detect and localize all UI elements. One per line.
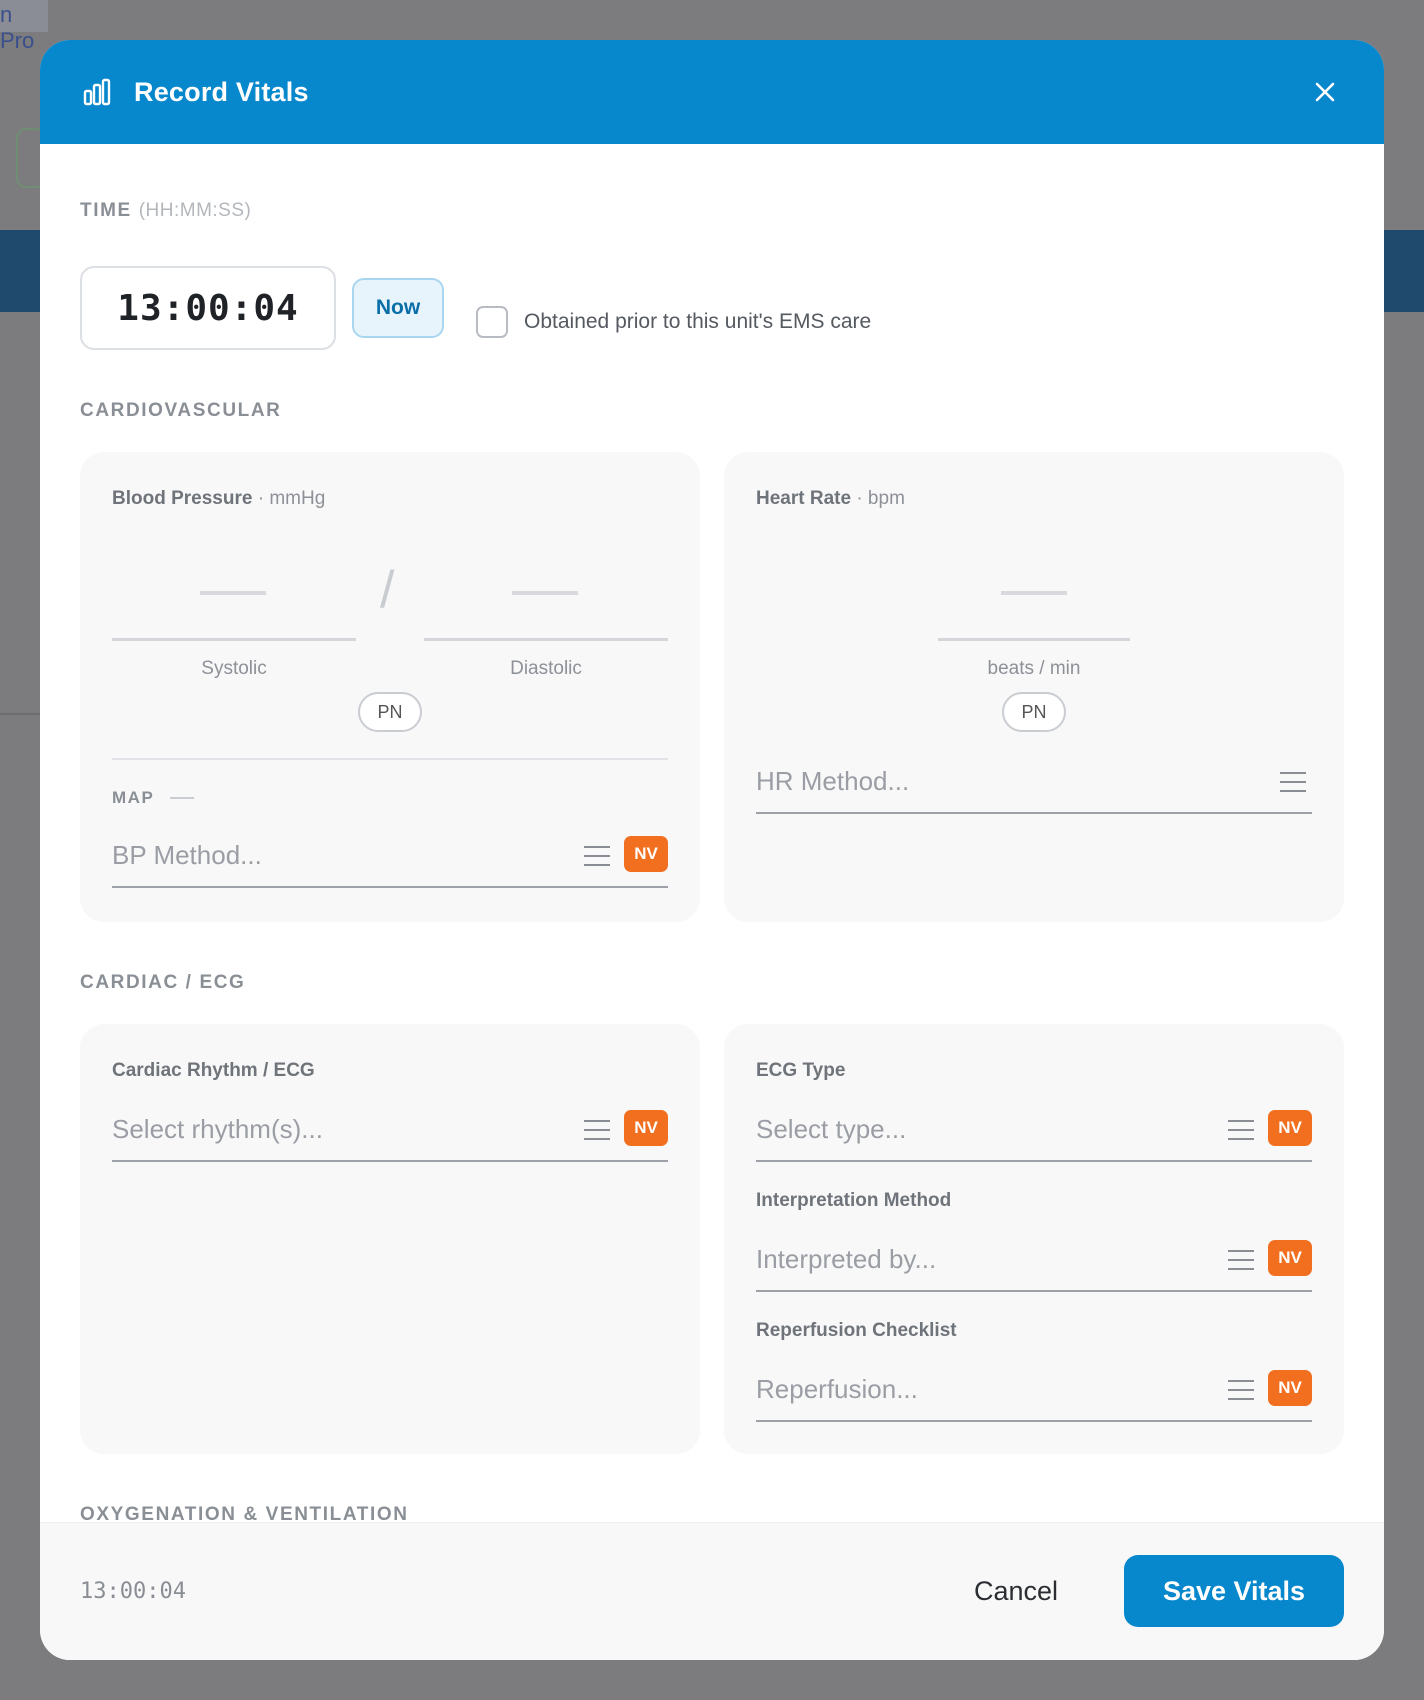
hr-method-select[interactable]: HR Method...	[756, 758, 1312, 814]
interpretation-select[interactable]: Interpreted by... NV	[756, 1236, 1312, 1292]
reperfusion-placeholder: Reperfusion...	[756, 1374, 918, 1404]
blood-pressure-title: Blood Pressure · mmHg	[112, 488, 325, 510]
background-breadcrumb-text: n Pro	[0, 2, 35, 53]
section-oxygenation: OXYGENATION & VENTILATION	[80, 1504, 409, 1522]
record-vitals-modal: Record Vitals TIME (HH:MM:SS) 13:00:04 N…	[40, 40, 1384, 1660]
section-cardiovascular: CARDIOVASCULAR	[80, 400, 282, 421]
time-label: TIME (HH:MM:SS)	[80, 200, 251, 222]
diastolic-label: Diastolic	[510, 658, 582, 679]
cardiac-rhythm-select[interactable]: Select rhythm(s)... NV	[112, 1106, 668, 1162]
time-label-text: TIME	[80, 200, 132, 221]
blood-pressure-title-text: Blood Pressure	[112, 488, 253, 509]
save-vitals-button[interactable]: Save Vitals	[1124, 1555, 1344, 1627]
hr-pn-button[interactable]: PN	[1002, 692, 1066, 732]
ecg-type-placeholder: Select type...	[756, 1114, 907, 1144]
blood-pressure-card: Blood Pressure · mmHg / Systolic Diastol…	[80, 452, 700, 922]
reperfusion-nv-button[interactable]: NV	[1268, 1370, 1312, 1406]
heart-rate-unit: · bpm	[856, 488, 905, 509]
cancel-button[interactable]: Cancel	[956, 1567, 1076, 1615]
prior-care-label: Obtained prior to this unit's EMS care	[524, 310, 872, 333]
bp-pn-button[interactable]: PN	[358, 692, 422, 732]
hr-method-placeholder: HR Method...	[756, 766, 910, 796]
footer-time: 13:00:04	[80, 1579, 186, 1604]
ecg-type-select[interactable]: Select type... NV	[756, 1106, 1312, 1162]
menu-icon[interactable]	[584, 1120, 610, 1142]
bp-nv-button[interactable]: NV	[624, 836, 668, 872]
interpretation-placeholder: Interpreted by...	[756, 1244, 937, 1274]
systolic-empty-value	[200, 591, 266, 595]
time-format-hint: (HH:MM:SS)	[138, 200, 252, 221]
modal-body: TIME (HH:MM:SS) 13:00:04 Now Obtained pr…	[40, 144, 1384, 1522]
heart-rate-title: Heart Rate · bpm	[756, 488, 905, 510]
cardiac-rhythm-placeholder: Select rhythm(s)...	[112, 1114, 323, 1144]
ecg-details-card: ECG Type Select type... NV Interpretatio…	[724, 1024, 1344, 1454]
reperfusion-title: Reperfusion Checklist	[756, 1320, 957, 1341]
systolic-input[interactable]	[112, 638, 356, 641]
modal-footer: 13:00:04 Cancel Save Vitals	[40, 1522, 1384, 1660]
heart-rate-sub-label: beats / min	[987, 658, 1081, 679]
diastolic-input[interactable]	[424, 638, 668, 641]
bp-method-placeholder: BP Method...	[112, 840, 262, 870]
cardiac-rhythm-title: Cardiac Rhythm / ECG	[112, 1060, 315, 1081]
rhythm-nv-button[interactable]: NV	[624, 1110, 668, 1146]
heart-rate-input[interactable]	[938, 638, 1130, 641]
interpretation-nv-button[interactable]: NV	[1268, 1240, 1312, 1276]
section-cardiac-ecg: CARDIAC / ECG	[80, 972, 246, 993]
ecg-type-title: ECG Type	[756, 1060, 846, 1081]
time-input[interactable]: 13:00:04	[80, 266, 336, 350]
modal-title: Record Vitals	[134, 76, 309, 107]
bp-divider	[112, 758, 668, 760]
close-icon	[1315, 82, 1335, 102]
map-empty-value	[170, 797, 194, 799]
blood-pressure-unit: · mmHg	[257, 488, 326, 509]
close-button[interactable]	[1308, 75, 1342, 109]
map-label: MAP	[112, 788, 155, 807]
menu-icon[interactable]	[1228, 1120, 1254, 1142]
modal-header: Record Vitals	[40, 40, 1384, 144]
heart-rate-card: Heart Rate · bpm beats / min PN HR Metho…	[724, 452, 1344, 922]
ecg-type-nv-button[interactable]: NV	[1268, 1110, 1312, 1146]
menu-icon[interactable]	[1228, 1380, 1254, 1402]
systolic-label: Systolic	[201, 658, 267, 679]
diastolic-empty-value	[512, 591, 578, 595]
interpretation-title: Interpretation Method	[756, 1190, 952, 1211]
menu-icon[interactable]	[1280, 772, 1306, 794]
bar-chart-icon	[83, 78, 111, 106]
bp-method-select[interactable]: BP Method... NV	[112, 832, 668, 888]
bp-separator: /	[380, 561, 395, 619]
now-button[interactable]: Now	[352, 278, 444, 338]
prior-care-checkbox[interactable]	[476, 306, 508, 338]
heart-rate-empty-value	[1001, 591, 1067, 595]
background-breadcrumb: n Pro	[0, 0, 48, 53]
reperfusion-select[interactable]: Reperfusion... NV	[756, 1366, 1312, 1422]
heart-rate-title-text: Heart Rate	[756, 488, 852, 509]
menu-icon[interactable]	[584, 846, 610, 868]
menu-icon[interactable]	[1228, 1250, 1254, 1272]
cardiac-rhythm-card: Cardiac Rhythm / ECG Select rhythm(s)...…	[80, 1024, 700, 1454]
background-divider	[0, 713, 40, 715]
